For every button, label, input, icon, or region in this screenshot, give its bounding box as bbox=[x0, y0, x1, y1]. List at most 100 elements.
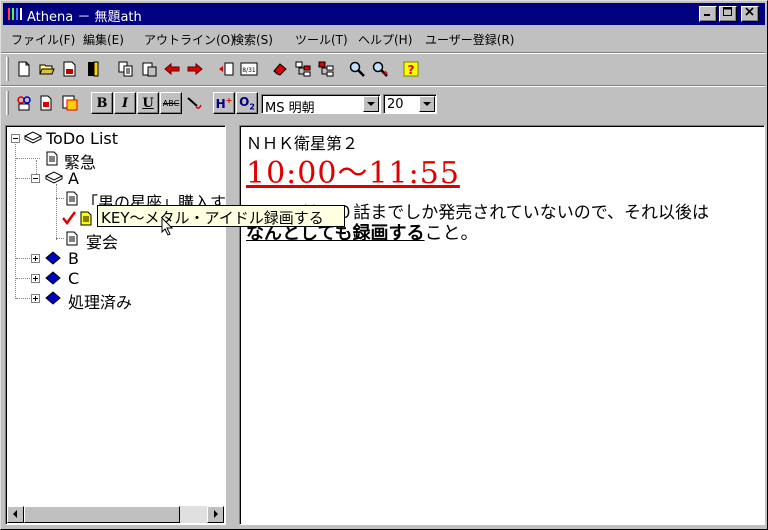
find-next-button[interactable] bbox=[369, 58, 391, 80]
expand-icon[interactable] bbox=[31, 294, 40, 303]
tree-item-c[interactable]: C bbox=[6, 269, 225, 289]
outline-button[interactable]: O2 bbox=[236, 92, 258, 114]
promote-button[interactable] bbox=[215, 58, 237, 80]
book-icon bbox=[88, 61, 99, 77]
tree-root-label: ToDo List bbox=[46, 129, 119, 148]
pane-splitter[interactable] bbox=[228, 125, 236, 525]
menu-user-registration[interactable]: ユーザー登録(R) bbox=[425, 31, 514, 48]
scroll-right-icon bbox=[214, 510, 218, 518]
tree-horizontal-scrollbar[interactable] bbox=[7, 506, 224, 523]
menu-search[interactable]: 検索(S) bbox=[232, 31, 273, 48]
collapse-icon[interactable] bbox=[11, 134, 20, 143]
tree-line bbox=[16, 258, 32, 259]
copy-icon bbox=[118, 61, 133, 77]
book-button[interactable] bbox=[82, 58, 104, 80]
menu-bar: ファイル(F) 編集(E) アウトライン(O) 検索(S) ツール(T) ヘルプ… bbox=[3, 29, 765, 49]
open-folder-icon bbox=[39, 64, 55, 75]
font-name-dropdown-icon[interactable] bbox=[363, 96, 379, 112]
strikethrough-button[interactable]: ABC bbox=[160, 92, 182, 114]
arrow-right-icon bbox=[187, 62, 203, 76]
open-button[interactable] bbox=[36, 58, 58, 80]
document-icon bbox=[66, 231, 78, 246]
expand-icon[interactable] bbox=[31, 274, 40, 283]
document-icon bbox=[66, 191, 78, 206]
minimize-button[interactable] bbox=[699, 6, 717, 22]
date-button[interactable]: 8/31 bbox=[238, 58, 260, 80]
doc-time-line: 10:00～11:55 bbox=[246, 156, 460, 191]
doc-plain-text: こと。 bbox=[424, 223, 479, 244]
find-button[interactable] bbox=[346, 58, 368, 80]
insert-image-button[interactable] bbox=[59, 92, 81, 114]
bold-button[interactable]: B bbox=[91, 92, 113, 114]
expand-icon[interactable] bbox=[31, 254, 40, 263]
move-right-button[interactable] bbox=[184, 58, 206, 80]
arrow-left-icon bbox=[164, 62, 180, 76]
paste-icon bbox=[142, 62, 157, 77]
tree-line bbox=[16, 178, 32, 179]
italic-button[interactable]: I bbox=[114, 92, 136, 114]
insert-file-button[interactable] bbox=[36, 92, 58, 114]
paste-button[interactable] bbox=[138, 58, 160, 80]
outline-tree[interactable]: ToDo List 緊急 A 「男の星座」購入す 宴会 B C 処理済み bbox=[5, 125, 226, 525]
menu-edit[interactable]: 編集(E) bbox=[83, 31, 124, 48]
tree-item-a[interactable]: A bbox=[6, 169, 225, 189]
close-button[interactable] bbox=[741, 6, 759, 22]
font-name-value: MS 明朝 bbox=[265, 101, 315, 116]
title-bar[interactable]: Athena － 無題ath bbox=[3, 3, 765, 25]
tree-expand-button[interactable] bbox=[315, 58, 337, 80]
collapse-icon[interactable] bbox=[31, 174, 40, 183]
open-book-icon bbox=[45, 171, 63, 184]
menu-help[interactable]: ヘルプ(H) bbox=[358, 31, 412, 48]
font-name-select[interactable]: MS 明朝 bbox=[261, 94, 381, 116]
toolbar-grip[interactable] bbox=[6, 57, 9, 81]
new-button[interactable] bbox=[13, 58, 35, 80]
menu-separator bbox=[1, 52, 765, 54]
tree-item-done[interactable]: 処理済み bbox=[6, 289, 225, 312]
tree-item-b[interactable]: B bbox=[6, 249, 225, 269]
tree-line bbox=[16, 298, 32, 299]
font-size-dropdown-icon[interactable] bbox=[419, 96, 435, 112]
font-size-value: 20 bbox=[387, 97, 404, 112]
tree-item-label: B bbox=[68, 249, 79, 268]
app-window: Athena － 無題ath ファイル(F) 編集(E) アウトライン(O) 検… bbox=[0, 0, 768, 530]
copy-button[interactable] bbox=[115, 58, 137, 80]
erase-button[interactable] bbox=[269, 58, 291, 80]
bold-label: B bbox=[96, 95, 108, 111]
help-icon: ? bbox=[403, 61, 419, 77]
heading-button[interactable]: H+ bbox=[213, 92, 235, 114]
svg-text:8/31: 8/31 bbox=[242, 67, 256, 74]
document-icon bbox=[46, 151, 58, 166]
closed-book-icon bbox=[45, 291, 61, 305]
menu-file[interactable]: ファイル(F) bbox=[11, 31, 75, 48]
scroll-left-button[interactable] bbox=[7, 506, 24, 523]
magnifier-icon bbox=[349, 61, 365, 77]
tree-item-label: 処理済み bbox=[68, 293, 133, 312]
save-button[interactable] bbox=[59, 58, 81, 80]
document-highlighted-icon bbox=[80, 211, 92, 226]
tree-root-row[interactable]: ToDo List bbox=[6, 129, 225, 149]
outline-label: O2 bbox=[239, 94, 255, 112]
link-button[interactable] bbox=[13, 92, 35, 114]
tree-item-label: C bbox=[68, 269, 80, 288]
underline-button[interactable]: U bbox=[137, 92, 159, 114]
open-book-icon bbox=[24, 131, 42, 144]
scroll-thumb[interactable] bbox=[24, 506, 180, 523]
menu-outline[interactable]: アウトライン(O) bbox=[144, 31, 235, 48]
menu-tools[interactable]: ツール(T) bbox=[295, 31, 348, 48]
document-editor[interactable]: ＮＨＫ衛星第２ 10:00～11:55 DVDでは１０話までしか発売されていない… bbox=[239, 125, 765, 525]
strikethrough-label: ABC bbox=[162, 98, 180, 108]
format-toolbar-grip[interactable] bbox=[6, 91, 9, 115]
font-size-select[interactable]: 20 bbox=[383, 94, 437, 114]
maximize-button[interactable] bbox=[719, 6, 737, 22]
tree-view-button[interactable] bbox=[292, 58, 314, 80]
scroll-left-icon bbox=[13, 510, 17, 518]
svg-text:?: ? bbox=[408, 63, 415, 77]
highlight-button[interactable] bbox=[183, 92, 205, 114]
tree-item-urgent[interactable]: 緊急 bbox=[6, 149, 225, 172]
move-left-button[interactable] bbox=[161, 58, 183, 80]
help-button[interactable]: ? bbox=[400, 58, 422, 80]
tree-item-party[interactable]: 宴会 bbox=[6, 229, 225, 252]
scroll-right-button[interactable] bbox=[207, 506, 224, 523]
athena-app-icon[interactable] bbox=[7, 6, 23, 22]
heading-label: H+ bbox=[215, 95, 233, 111]
